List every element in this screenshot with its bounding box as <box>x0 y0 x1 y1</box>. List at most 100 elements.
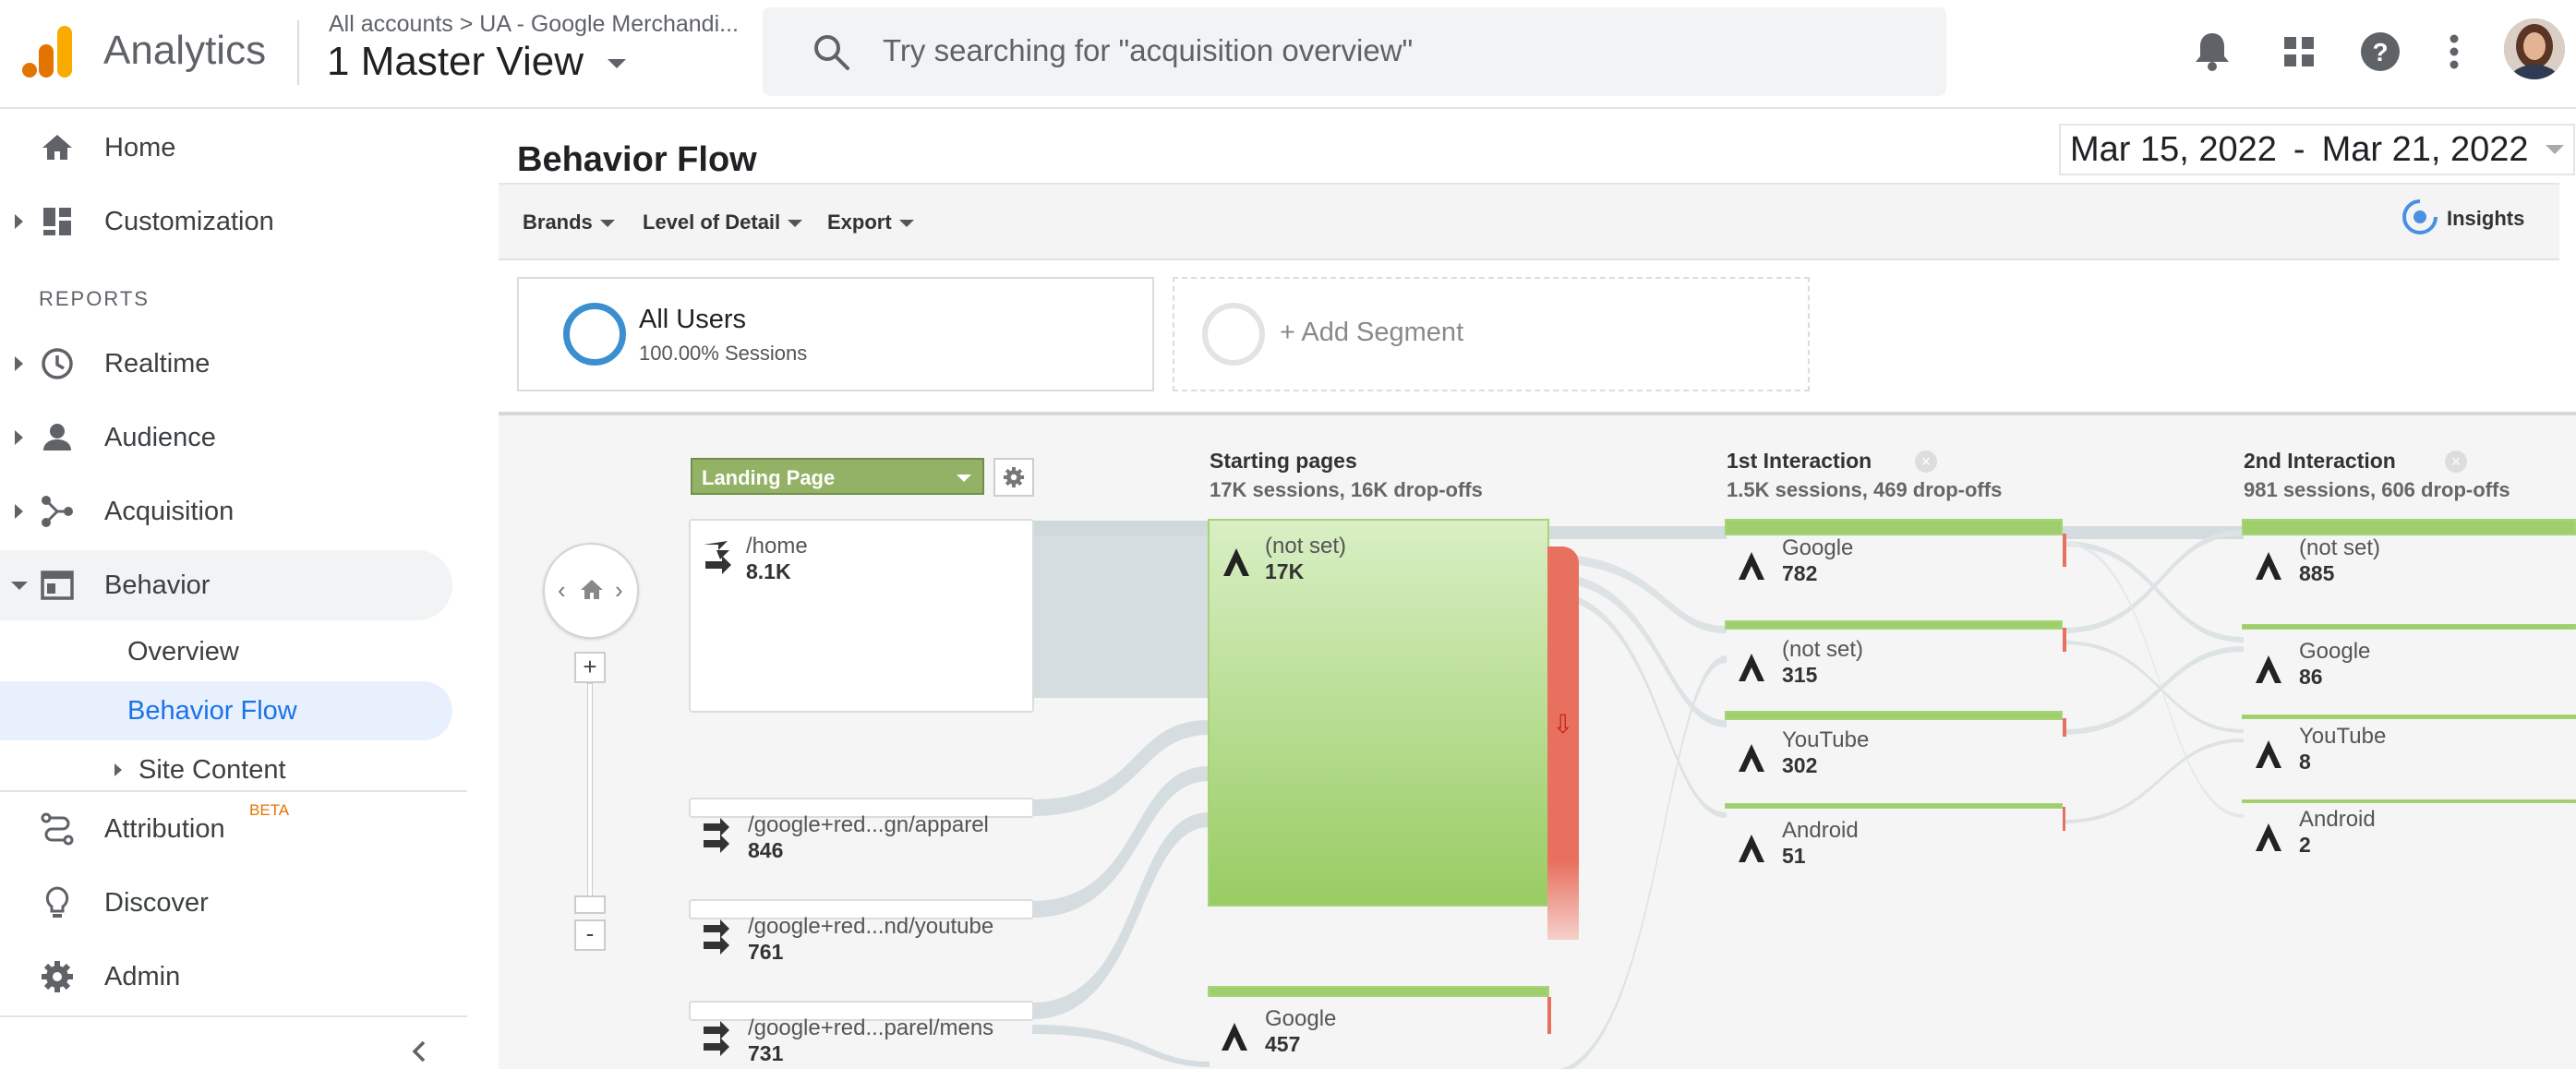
dimension-label: Landing Page <box>702 466 836 489</box>
export-dropdown[interactable]: Export <box>827 210 914 234</box>
starting-node-not-set[interactable]: (not set) 17K <box>1208 519 1549 907</box>
chevron-down-icon <box>2545 145 2564 154</box>
sidebar-bottom-divider <box>0 1015 467 1017</box>
landing-page-dropdown[interactable]: Landing Page <box>691 458 984 495</box>
reports-heading: REPORTS <box>39 287 150 310</box>
notifications-bell-icon[interactable] <box>2186 26 2238 78</box>
landing-node[interactable]: /home 8.1K <box>689 519 1034 713</box>
account-breadcrumb[interactable]: All accounts > UA - Google Merchandi... <box>329 11 739 38</box>
sidebar-item-home[interactable]: Home <box>0 113 452 183</box>
add-segment-button[interactable]: + Add Segment <box>1173 277 1810 391</box>
collapse-sidebar-icon[interactable] <box>406 1038 434 1065</box>
view-name: 1 Master View <box>327 39 584 84</box>
svg-text:?: ? <box>2372 38 2388 66</box>
node-label: YouTube <box>1782 727 1870 752</box>
dropoff-bar[interactable] <box>2063 628 2066 652</box>
node-label: Android <box>2299 807 2376 832</box>
more-vert-icon[interactable] <box>2428 26 2480 78</box>
pan-left-icon[interactable]: ‹ <box>558 576 566 605</box>
dropoff-bar[interactable] <box>2063 807 2065 831</box>
lightbulb-icon <box>39 884 76 921</box>
entrance-arrow-icon <box>700 537 737 574</box>
expand-caret-icon <box>15 214 23 229</box>
search-bar[interactable]: Try searching for "acquisition overview" <box>763 7 1946 96</box>
sidebar-item-label: Customization <box>104 206 274 236</box>
event-branch-icon <box>2251 652 2286 687</box>
node-label: /google+red...nd/youtube <box>748 914 994 939</box>
node-label: /google+red...gn/apparel <box>748 812 989 837</box>
pan-control[interactable]: ‹ › <box>543 543 639 639</box>
close-icon[interactable]: × <box>1915 450 1937 473</box>
app-name: Analytics <box>103 28 267 73</box>
node-value: 302 <box>1782 753 1818 777</box>
interaction-node-bar[interactable] <box>1725 519 2063 535</box>
sidebar-item-discover[interactable]: Discover <box>0 868 452 938</box>
sidebar-item-label: Home <box>104 132 176 162</box>
node-label: YouTube <box>2299 724 2387 749</box>
sidebar-item-audience[interactable]: Audience <box>0 402 452 473</box>
event-branch-icon <box>1734 831 1769 866</box>
help-icon[interactable]: ? <box>2354 26 2406 78</box>
dropoff-bar[interactable] <box>1547 997 1551 1034</box>
date-separator: - <box>2293 129 2305 169</box>
segment-all-users[interactable]: All Users 100.00% Sessions <box>517 277 1154 391</box>
event-branch-icon <box>1217 1019 1252 1054</box>
node-label: (not set) <box>1782 637 1864 662</box>
interaction-node-bar[interactable] <box>2242 519 2576 535</box>
sidebar-item-attribution[interactable]: Attribution BETA <box>0 794 452 864</box>
date-range-picker[interactable]: Mar 15, 2022 - Mar 21, 2022 <box>2059 124 2575 175</box>
interaction-node-bar[interactable] <box>1725 711 2063 720</box>
node-label: Android <box>1782 818 1859 843</box>
sidebar-subitem-behavior-flow[interactable]: Behavior Flow <box>0 681 452 740</box>
expand-caret-icon <box>15 356 23 371</box>
zoom-slider-track[interactable] <box>587 683 593 901</box>
node-value: 315 <box>1782 663 1818 687</box>
zoom-out-button[interactable]: - <box>574 919 606 951</box>
sidebar-subitem-label: Overview <box>127 636 239 667</box>
interaction-node-bar[interactable] <box>1725 620 2063 630</box>
pan-right-icon[interactable]: › <box>615 576 623 605</box>
sidebar-item-acquisition[interactable]: Acquisition <box>0 476 452 547</box>
avatar[interactable] <box>2504 18 2565 79</box>
beta-badge: BETA <box>249 801 290 819</box>
sidebar-item-label: Realtime <box>104 348 211 378</box>
node-value: 731 <box>748 1041 784 1065</box>
interaction-node-bar[interactable] <box>2242 624 2576 630</box>
node-label: (not set) <box>1265 534 1347 559</box>
zoom-slider-handle[interactable] <box>574 895 606 914</box>
search-placeholder: Try searching for "acquisition overview" <box>883 33 1414 67</box>
dropoff-bar[interactable] <box>2063 718 2066 737</box>
column-subtitle: 17K sessions, 16K drop-offs <box>1210 478 1483 501</box>
sidebar-item-customization[interactable]: Customization <box>0 186 452 257</box>
chevron-down-icon <box>957 474 971 482</box>
dropoff-bar[interactable]: ⇩ <box>1547 547 1579 940</box>
node-label: (not set) <box>2299 535 2381 560</box>
level-of-detail-dropdown[interactable]: Level of Detail <box>643 210 803 234</box>
node-value: 761 <box>748 940 784 964</box>
brands-dropdown[interactable]: Brands <box>523 210 615 234</box>
interaction-node-bar[interactable] <box>1725 803 2063 809</box>
view-selector[interactable]: 1 Master View <box>327 39 627 85</box>
insights-icon[interactable] <box>2399 196 2441 238</box>
starting-node-google-bar[interactable] <box>1208 986 1549 997</box>
event-branch-icon <box>1734 548 1769 583</box>
home-icon[interactable] <box>578 576 606 604</box>
flow-settings-button[interactable] <box>993 458 1034 497</box>
interaction-node-bar[interactable] <box>2242 799 2576 803</box>
sidebar-item-admin[interactable]: Admin <box>0 942 452 1012</box>
sidebar-item-realtime[interactable]: Realtime <box>0 329 452 399</box>
apps-grid-icon[interactable] <box>2273 26 2325 78</box>
sidebar-subitem-overview[interactable]: Overview <box>0 622 452 681</box>
zoom-in-button[interactable]: + <box>574 652 606 683</box>
interaction-node-bar[interactable] <box>2242 715 2576 719</box>
sidebar-item-label: Admin <box>104 961 181 991</box>
sidebar: Home Customization REPORTS Realtime Audi… <box>0 109 467 1069</box>
dropoff-bar[interactable] <box>2063 534 2066 567</box>
analytics-logo-icon[interactable] <box>20 24 76 79</box>
sidebar-item-behavior[interactable]: Behavior <box>0 550 452 620</box>
close-icon[interactable]: × <box>2445 450 2467 473</box>
report-toolbar: Brands Level of Detail Export Insights <box>499 183 2559 260</box>
clock-icon <box>39 345 76 382</box>
chevron-down-icon <box>608 59 627 69</box>
insights-button[interactable]: Insights <box>2447 207 2524 231</box>
